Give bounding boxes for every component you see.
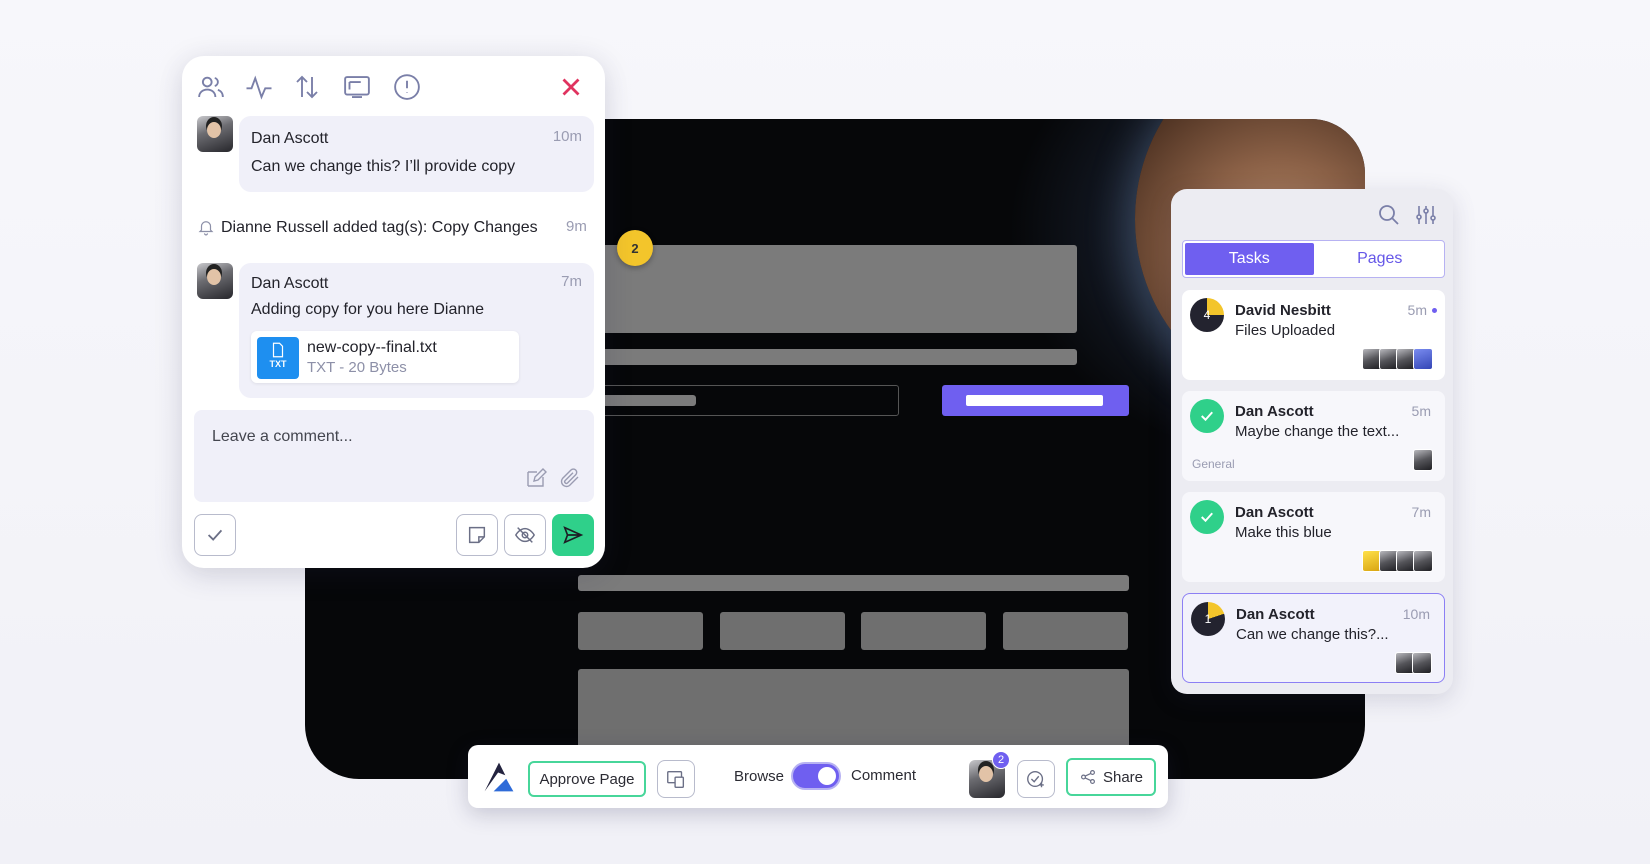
task-item[interactable]: 4 David Nesbitt 5m Files Uploaded	[1182, 290, 1445, 380]
txt-file-icon: TXT	[257, 337, 299, 379]
comment-pin-badge[interactable]: 2	[617, 230, 653, 266]
hero-placeholder[interactable]	[575, 245, 1077, 333]
hide-button[interactable]	[504, 514, 546, 556]
tasks-panel: Tasks Pages 4 David Nesbitt 5m Files Upl…	[1171, 189, 1453, 694]
bell-icon	[197, 218, 214, 236]
assignee-avatars[interactable]	[1395, 652, 1432, 674]
edit-note-icon[interactable]	[524, 466, 548, 495]
resolve-button[interactable]	[194, 514, 236, 556]
attachment-meta: TXT - 20 Bytes	[307, 359, 407, 376]
devices-button[interactable]	[657, 760, 695, 798]
comment-time: 7m	[561, 273, 582, 290]
close-icon[interactable]	[556, 72, 586, 102]
task-item-selected[interactable]: 1 Dan Ascott 10m Can we change this?...	[1182, 593, 1445, 683]
email-field-placeholder[interactable]	[575, 385, 899, 416]
comment-time: 10m	[552, 128, 582, 145]
comment-bubble: Dan Ascott 7m Adding copy for you here D…	[239, 263, 594, 398]
task-author: Dan Ascott	[1236, 606, 1315, 623]
sort-icon[interactable]	[292, 72, 322, 102]
task-time: 5m	[1407, 302, 1427, 318]
task-text: Maybe change the text...	[1235, 423, 1400, 440]
task-done-check-icon	[1190, 500, 1224, 534]
browse-mode-label[interactable]: Browse	[734, 768, 784, 785]
file-attachment[interactable]: TXT new-copy--final.txt TXT - 20 Bytes	[251, 331, 519, 383]
browse-comment-toggle[interactable]	[791, 762, 841, 790]
info-icon[interactable]	[392, 72, 422, 102]
share-button[interactable]: Share	[1066, 758, 1156, 796]
tab-pages[interactable]: Pages	[1316, 241, 1445, 277]
share-label: Share	[1102, 768, 1144, 786]
task-time: 7m	[1411, 504, 1431, 520]
screen-icon[interactable]	[342, 72, 372, 102]
share-icon	[1081, 770, 1095, 784]
approve-page-button[interactable]: Approve Page	[528, 761, 646, 797]
attachment-name: new-copy--final.txt	[307, 339, 437, 356]
activity-icon[interactable]	[244, 72, 274, 102]
task-author: Dan Ascott	[1235, 504, 1314, 521]
task-time: 10m	[1402, 606, 1430, 622]
activity-time: 9m	[566, 218, 587, 235]
assignee-avatars[interactable]	[1413, 449, 1433, 471]
paperclip-icon[interactable]	[558, 466, 582, 495]
task-text: Can we change this?...	[1236, 626, 1389, 643]
task-done-check-icon	[1190, 399, 1224, 433]
card-placeholder-4[interactable]	[1003, 612, 1128, 650]
task-time: 5m	[1411, 403, 1431, 419]
sticky-note-button[interactable]	[456, 514, 498, 556]
submit-button-placeholder[interactable]	[942, 385, 1129, 416]
avatar[interactable]	[197, 263, 233, 299]
task-author: David Nesbitt	[1235, 302, 1331, 319]
comment-mode-label[interactable]: Comment	[851, 767, 916, 784]
filter-sliders-icon[interactable]	[1414, 203, 1438, 232]
subtitle-placeholder	[575, 349, 1077, 365]
task-tag: General	[1192, 457, 1235, 471]
task-progress-indicator: 4	[1190, 298, 1224, 332]
review-toolbar: Approve Page Browse Comment 2 Share	[468, 745, 1168, 808]
notification-count-badge: 2	[992, 751, 1010, 769]
task-author: Dan Ascott	[1235, 403, 1314, 420]
task-text: Make this blue	[1235, 524, 1332, 541]
app-logo	[480, 759, 518, 800]
avatar[interactable]	[197, 116, 233, 152]
section-heading-placeholder	[578, 575, 1129, 591]
send-button[interactable]	[552, 514, 594, 556]
comment-text: Can we change this? I’ll provide copy	[251, 158, 516, 175]
task-text: Files Uploaded	[1235, 322, 1336, 339]
search-icon[interactable]	[1377, 203, 1401, 232]
review-check-button[interactable]	[1017, 760, 1055, 798]
card-placeholder-3[interactable]	[861, 612, 986, 650]
users-icon[interactable]	[196, 72, 226, 102]
comment-bubble: Dan Ascott 10m Can we change this? I’ll …	[239, 116, 594, 192]
comment-text: Adding copy for you here Dianne	[251, 301, 485, 318]
task-progress-indicator: 1	[1191, 602, 1225, 636]
comment-author: Dan Ascott	[251, 130, 329, 147]
tab-tasks[interactable]: Tasks	[1185, 243, 1314, 275]
unread-dot	[1432, 308, 1437, 313]
task-item[interactable]: Dan Ascott 5m Maybe change the text... G…	[1182, 391, 1445, 481]
comment-panel: Dan Ascott 10m Can we change this? I’ll …	[182, 56, 605, 568]
card-placeholder-1[interactable]	[578, 612, 703, 650]
tasks-pages-tabs: Tasks Pages	[1182, 240, 1445, 278]
activity-text: Dianne Russell added tag(s): Copy Change…	[221, 219, 538, 236]
card-placeholder-2[interactable]	[720, 612, 845, 650]
task-item[interactable]: Dan Ascott 7m Make this blue	[1182, 492, 1445, 582]
comment-author: Dan Ascott	[251, 275, 329, 292]
assignee-avatars[interactable]	[1362, 550, 1433, 572]
assignee-avatars[interactable]	[1362, 348, 1433, 370]
